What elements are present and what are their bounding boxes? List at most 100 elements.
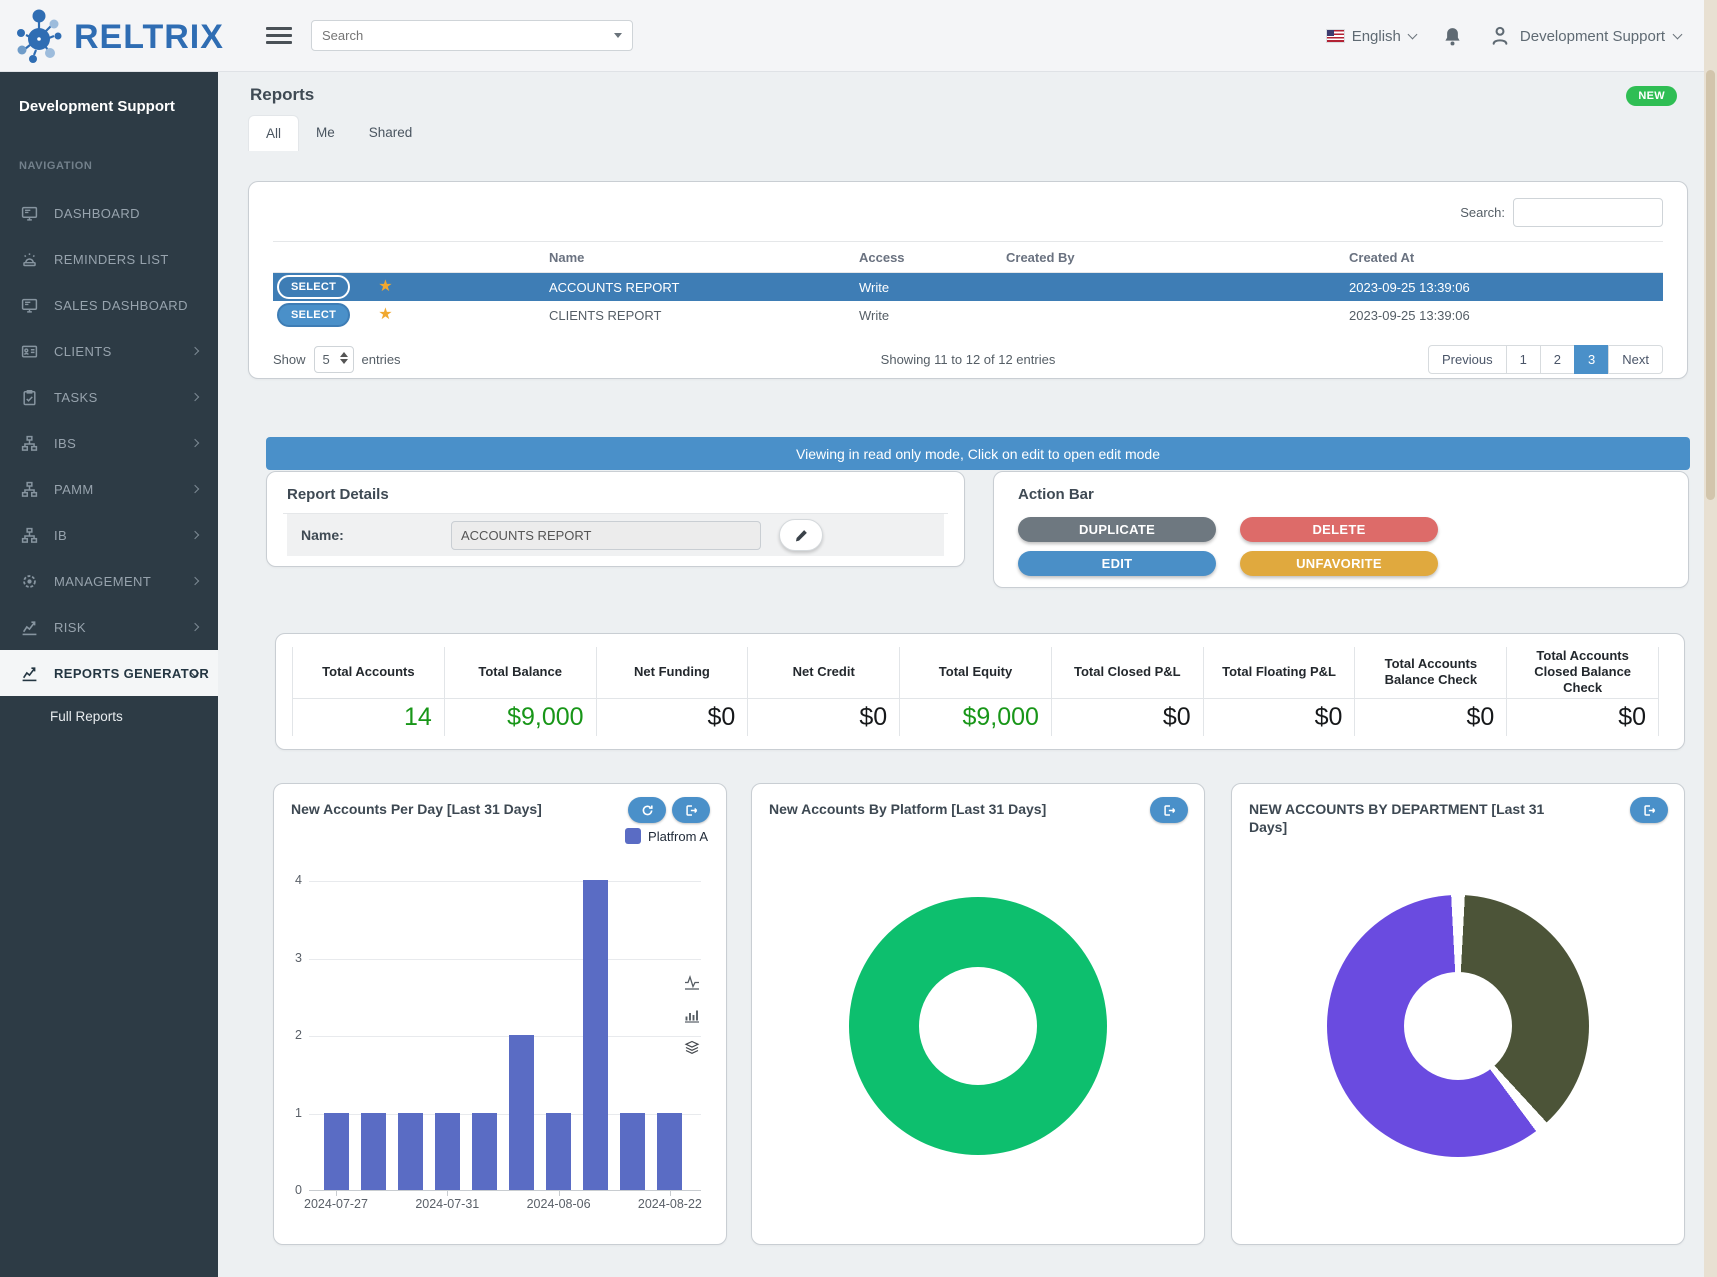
table-row[interactable]: SELECT★ACCOUNTS REPORTWrite2023-09-25 13… <box>273 273 1663 301</box>
bar[interactable] <box>657 1113 682 1191</box>
page-button-previous[interactable]: Previous <box>1428 345 1507 374</box>
x-axis-tick-label: 2024-08-06 <box>516 1197 602 1211</box>
search-dropdown-caret-icon[interactable] <box>614 33 622 38</box>
sidebar-item-ib[interactable]: IB <box>0 512 218 558</box>
user-menu[interactable]: Development Support <box>1489 25 1681 47</box>
sidebar-item-ibs[interactable]: IBS <box>0 420 218 466</box>
column-header-name[interactable]: Name <box>549 250 859 265</box>
x-axis-tick-label: 2024-08-22 <box>627 1197 713 1211</box>
page-button-1[interactable]: 1 <box>1506 345 1541 374</box>
stat-value: $0 <box>597 699 748 736</box>
sidebar-item-tasks[interactable]: TASKS <box>0 374 218 420</box>
brand-name: RELTRIX <box>74 18 224 57</box>
unfavorite-button[interactable]: UNFAVORITE <box>1240 551 1438 576</box>
page-scrollbar[interactable] <box>1704 0 1717 1277</box>
tab-all[interactable]: All <box>248 115 299 151</box>
sidebar-item-risk[interactable]: RISK <box>0 604 218 650</box>
stat-label: Total Accounts Balance Check <box>1355 647 1506 699</box>
sidebar-item-label: PAMM <box>54 482 94 497</box>
refresh-button[interactable] <box>628 797 666 823</box>
delete-button[interactable]: DELETE <box>1240 517 1438 542</box>
table-row[interactable]: SELECT★CLIENTS REPORTWrite2023-09-25 13:… <box>273 301 1663 329</box>
chevron-right-icon <box>191 485 199 493</box>
column-header-created-by[interactable]: Created By <box>1006 250 1349 265</box>
export-icon <box>1642 803 1657 818</box>
brand-logo[interactable]: RELTRIX <box>12 6 224 69</box>
x-axis-tick-label: 2024-07-27 <box>293 1197 379 1211</box>
y-axis-tick-label: 4 <box>276 873 302 887</box>
sidebar-item-label: RISK <box>54 620 86 635</box>
sidebar-item-sales-dashboard[interactable]: SALES DASHBOARD <box>0 282 218 328</box>
chevron-right-icon <box>191 347 199 355</box>
tab-shared[interactable]: Shared <box>352 115 430 151</box>
page-button-2[interactable]: 2 <box>1540 345 1575 374</box>
bell-icon[interactable] <box>1442 26 1463 47</box>
favorite-star-icon[interactable]: ★ <box>378 279 392 295</box>
bar[interactable] <box>398 1113 423 1191</box>
sidebar-item-reminders-list[interactable]: REMINDERS LIST <box>0 236 218 282</box>
stat-net-credit: Net Credit$0 <box>748 647 900 736</box>
tab-me[interactable]: Me <box>299 115 352 151</box>
entries-per-page-select[interactable]: 5 <box>314 346 354 373</box>
clipboard-check-icon <box>21 389 38 406</box>
select-report-button[interactable]: SELECT <box>277 303 350 327</box>
export-button[interactable] <box>1630 797 1668 823</box>
stack-icon[interactable] <box>684 1040 700 1056</box>
stat-label: Total Floating P&L <box>1204 647 1355 699</box>
bar[interactable] <box>361 1113 386 1191</box>
stat-total-balance: Total Balance$9,000 <box>445 647 597 736</box>
table-search-input[interactable] <box>1513 198 1663 227</box>
select-report-button[interactable]: SELECT <box>277 275 350 299</box>
column-header-created-at[interactable]: Created At <box>1349 250 1663 265</box>
bar[interactable] <box>509 1035 534 1190</box>
sidebar-item-dashboard[interactable]: DASHBOARD <box>0 190 218 236</box>
monitor-icon <box>21 297 38 314</box>
bar[interactable] <box>583 880 608 1190</box>
read-only-banner: Viewing in read only mode, Click on edit… <box>266 437 1690 470</box>
page-button-3[interactable]: 3 <box>1574 345 1609 374</box>
global-search[interactable] <box>311 20 633 51</box>
sitemap-icon <box>21 481 38 498</box>
stat-label: Total Accounts <box>293 647 444 699</box>
global-search-input[interactable] <box>322 28 614 43</box>
stat-total-accounts-closed-balance-check: Total Accounts Closed Balance Check$0 <box>1507 647 1659 736</box>
column-header-access[interactable]: Access <box>859 250 1006 265</box>
main-content: Reports NEW AllMeShared Search: NameAcce… <box>218 72 1717 1277</box>
sidebar-item-reports-generator[interactable]: REPORTS GENERATOR <box>0 650 218 696</box>
show-entries-label: Show <box>273 352 306 367</box>
top-bar: RELTRIX English Development Support <box>0 0 1717 72</box>
favorite-star-icon[interactable]: ★ <box>378 307 392 323</box>
sidebar-item-clients[interactable]: CLIENTS <box>0 328 218 374</box>
chart-type-toggles <box>684 974 700 1056</box>
sidebar-item-full-reports[interactable]: Full Reports <box>0 696 218 736</box>
chevron-down-icon <box>1407 30 1417 40</box>
sidebar-item-label: REMINDERS LIST <box>54 252 169 267</box>
stat-total-accounts: Total Accounts14 <box>293 647 445 736</box>
sidebar-item-pamm[interactable]: PAMM <box>0 466 218 512</box>
hamburger-menu-icon[interactable] <box>266 27 292 45</box>
language-selector[interactable]: English <box>1327 28 1416 45</box>
report-name-input[interactable] <box>451 521 761 550</box>
scrollbar-thumb[interactable] <box>1706 70 1715 500</box>
bar[interactable] <box>472 1113 497 1191</box>
bar[interactable] <box>435 1113 460 1191</box>
duplicate-button[interactable]: DUPLICATE <box>1018 517 1216 542</box>
bar[interactable] <box>620 1113 645 1191</box>
page-button-next[interactable]: Next <box>1608 345 1663 374</box>
edit-button[interactable]: EDIT <box>1018 551 1216 576</box>
sidebar-item-management[interactable]: MANAGEMENT <box>0 558 218 604</box>
bar[interactable] <box>546 1113 571 1191</box>
sidebar-item-label: IBS <box>54 436 76 451</box>
bar[interactable] <box>324 1113 349 1191</box>
export-button[interactable] <box>1150 797 1188 823</box>
bar-chart-icon[interactable] <box>684 1007 700 1023</box>
table-search-label: Search: <box>1460 205 1505 220</box>
y-axis-tick-label: 2 <box>276 1028 302 1042</box>
report-access: Write <box>859 308 1006 323</box>
line-chart-icon[interactable] <box>684 974 700 990</box>
export-button[interactable] <box>672 797 710 823</box>
legend-swatch <box>625 828 641 844</box>
edit-name-button[interactable] <box>779 519 823 551</box>
id-card-icon <box>21 343 38 360</box>
chevron-down-icon <box>1673 30 1683 40</box>
